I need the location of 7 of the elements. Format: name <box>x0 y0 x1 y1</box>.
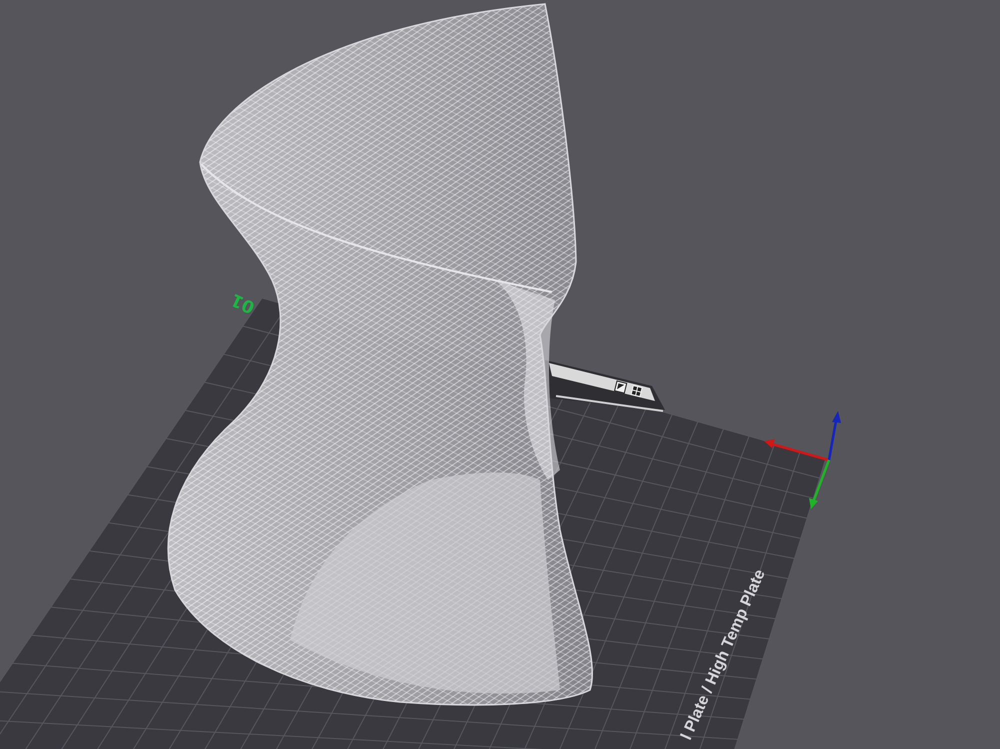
four-squares-icon[interactable] <box>630 385 643 398</box>
plate-type-label: l Plate / High Temp Plate <box>678 567 769 743</box>
y-axis-arrow <box>809 460 830 509</box>
plate-number: 01 <box>228 288 258 318</box>
square-corner-icon[interactable] <box>614 380 628 394</box>
z-axis-arrow <box>828 411 841 460</box>
x-axis-arrow <box>764 439 830 462</box>
